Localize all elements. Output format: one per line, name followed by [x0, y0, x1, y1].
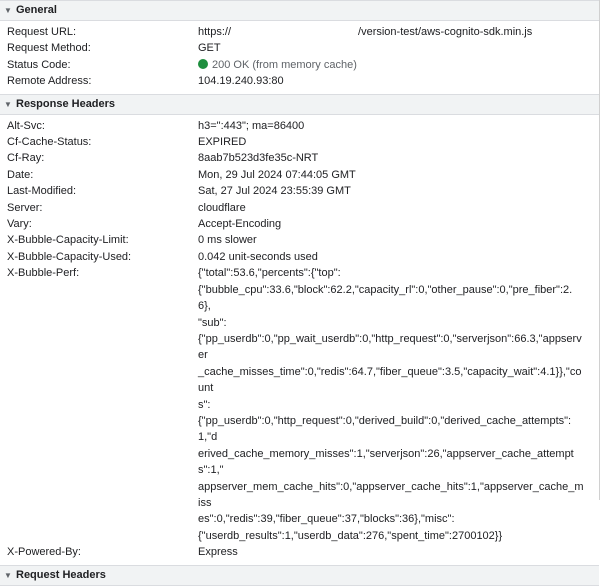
header-value[interactable]: Express [198, 544, 599, 560]
status-code-value[interactable]: 200 OK (from memory cache) [198, 57, 599, 73]
header-name: X-Bubble-Perf: [7, 267, 80, 280]
status-success-icon [198, 58, 208, 69]
perf-json-line: {"pp_userdb":0,"http_request":0,"derived… [198, 414, 572, 444]
header-name: Vary: [7, 218, 32, 231]
header-name: Last-Modified: [7, 185, 77, 198]
header-row-capacity-used: X-Bubble-Capacity-Used: 0.042 unit-secon… [0, 249, 599, 265]
request-method-label: Request Method: [7, 42, 91, 55]
header-row-date: Date: Mon, 29 Jul 2024 07:44:05 GMT [0, 167, 599, 183]
response-headers-section: Alt-Svc: h3=":443"; ma=86400 Cf-Cache-St… [0, 115, 599, 565]
response-headers-title: Response Headers [16, 97, 116, 110]
request-url-row: Request URL: https:// /version-test/aws-c… [0, 24, 599, 40]
request-headers-section-header[interactable]: ▼ Request Headers [0, 564, 599, 586]
header-value[interactable]: Accept-Encoding [198, 216, 599, 232]
request-url-value[interactable]: https:// /version-test/aws-cognito-sdk.mi… [198, 24, 599, 40]
header-value[interactable]: Mon, 29 Jul 2024 07:44:05 GMT [198, 167, 599, 183]
perf-json-line: {"pp_userdb":0,"pp_wait_userdb":0,"http_… [198, 332, 582, 362]
perf-json-line: erived_cache_memory_misses":1,"serverjso… [198, 447, 574, 477]
request-method-row: Request Method: GET [0, 40, 599, 56]
expand-triangle-icon[interactable]: ▼ [4, 566, 13, 585]
header-name: Server: [7, 201, 43, 214]
request-url-prefix: https:// [198, 26, 232, 38]
perf-json-line: {"userdb_results":1,"userdb_data":276,"s… [198, 529, 503, 542]
perf-json-line: {"total":53.6,"percents":{"top": [198, 267, 341, 280]
header-name: Alt-Svc: [7, 119, 45, 132]
request-headers-title: Request Headers [16, 568, 106, 581]
expand-triangle-icon[interactable]: ▼ [4, 1, 13, 20]
header-name: Date: [7, 168, 34, 181]
header-value[interactable]: 8aab7b523d3fe35c-NRT [198, 150, 599, 166]
header-row-server: Server: cloudflare [0, 200, 599, 216]
header-name: X-Bubble-Capacity-Limit: [7, 234, 129, 247]
headers-panel: ▼ General Request URL: https:///version-t… [0, 0, 600, 586]
status-code-row: Status Code: 200 OK (from memory cache) [0, 57, 599, 73]
bubble-perf-value[interactable]: {"total":53.6,"percents":{"top": {"bubbl… [198, 265, 599, 544]
header-row-cf-cache-status: Cf-Cache-Status: EXPIRED [0, 134, 599, 150]
general-section-header[interactable]: ▼ General [0, 0, 599, 21]
perf-json-line: s": [198, 398, 211, 411]
header-value[interactable]: Sat, 27 Jul 2024 23:55:39 GMT [198, 183, 599, 199]
header-row-powered-by: X-Powered-By: Express [0, 544, 599, 560]
remote-address-row: Remote Address: 104.19.240.93:80 [0, 73, 599, 89]
header-row-vary: Vary: Accept-Encoding [0, 216, 599, 232]
header-value[interactable]: EXPIRED [198, 134, 599, 150]
perf-json-line: {"bubble_cpu":33.6,"block":62.2,"capacit… [198, 283, 573, 313]
remote-address-value[interactable]: 104.19.240.93:80 [198, 73, 599, 89]
header-name: X-Bubble-Capacity-Used: [7, 250, 132, 263]
request-method-value[interactable]: GET [198, 40, 599, 56]
perf-json-line: appserver_mem_cache_hits":0,"appserver_c… [198, 480, 584, 509]
general-section: Request URL: https:// /version-test/aws-c… [0, 21, 599, 94]
header-value[interactable]: 0 ms slower [198, 232, 599, 248]
perf-json-line: es":0,"redis":39,"fiber_queue":37,"block… [198, 513, 455, 526]
status-code-label: Status Code: [7, 58, 71, 71]
perf-json-line: "sub": [198, 316, 227, 329]
perf-json-line: _cache_misses_time":0,"redis":64.7,"fibe… [198, 365, 582, 395]
general-section-title: General [16, 4, 57, 16]
header-name: X-Powered-By: [7, 546, 81, 559]
request-url-label: Request URL: [7, 26, 77, 38]
header-row-alt-svc: Alt-Svc: h3=":443"; ma=86400 [0, 118, 599, 134]
status-code-text: 200 OK (from memory cache) [212, 58, 357, 71]
header-value[interactable]: h3=":443"; ma=86400 [198, 118, 599, 134]
header-row-bubble-perf: X-Bubble-Perf: {"total":53.6,"percents":… [0, 265, 599, 544]
header-value[interactable]: 0.042 unit-seconds used [198, 249, 599, 265]
header-row-last-modified: Last-Modified: Sat, 27 Jul 2024 23:55:39… [0, 183, 599, 199]
header-row-capacity-limit: X-Bubble-Capacity-Limit: 0 ms slower [0, 232, 599, 248]
request-url-path: /version-test/aws-cognito-sdk.min.js [358, 26, 533, 38]
header-value[interactable]: cloudflare [198, 200, 599, 216]
header-name: Cf-Ray: [7, 152, 45, 165]
expand-triangle-icon[interactable]: ▼ [4, 95, 13, 114]
response-headers-section-header[interactable]: ▼ Response Headers [0, 93, 599, 115]
remote-address-label: Remote Address: [7, 75, 92, 88]
header-name: Cf-Cache-Status: [7, 136, 92, 149]
header-row-cf-ray: Cf-Ray: 8aab7b523d3fe35c-NRT [0, 150, 599, 166]
